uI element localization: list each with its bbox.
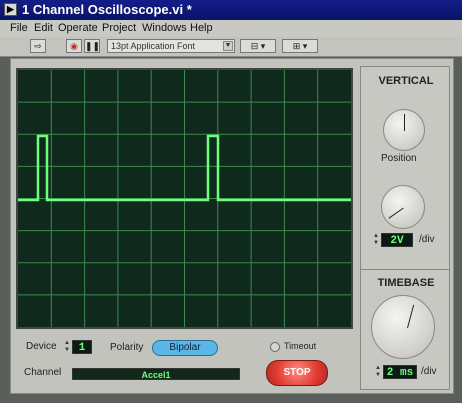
font-selector-value: 13pt Application Font	[111, 41, 196, 51]
timebase-knob[interactable]	[371, 295, 435, 359]
timebase-title: TIMEBASE	[377, 277, 435, 289]
timebase-knob-pointer	[407, 304, 415, 329]
window-title: 1 Channel Oscilloscope.vi *	[22, 2, 192, 17]
waveform-chart	[16, 68, 353, 329]
position-knob-pointer	[404, 114, 405, 131]
channel-label: Channel	[24, 367, 62, 378]
time-per-div-display: 2 ms	[383, 365, 417, 379]
distribute-objects-icon[interactable]: ⊞ ▾	[282, 39, 318, 53]
toolbar: ⇨ ◉ ❚❚ 13pt Application Font ▼ ⊟ ▾ ⊞ ▾	[0, 37, 462, 57]
run-arrow-icon[interactable]: ⇨	[30, 39, 46, 53]
position-knob[interactable]	[383, 109, 425, 151]
menu-edit[interactable]: Edit	[34, 20, 53, 37]
menu-project[interactable]: Project	[102, 20, 136, 37]
pause-icon[interactable]: ❚❚	[84, 39, 100, 53]
vertical-title: VERTICAL	[378, 75, 434, 87]
abort-icon[interactable]: ◉	[66, 39, 82, 53]
controls-pane: VERTICAL Position ▲ ▼ 2V /div TIMEBASE ▲ ▼…	[360, 66, 450, 390]
section-divider	[361, 269, 449, 270]
stop-button[interactable]: STOP	[266, 360, 328, 386]
polarity-label: Polarity	[110, 342, 144, 353]
timeout-label: Timeout	[284, 341, 317, 351]
font-selector[interactable]: 13pt Application Font ▼	[107, 39, 235, 53]
time-unit-label: /div	[421, 366, 437, 377]
volts-spinner-icon[interactable]: ▲ ▼	[373, 233, 379, 247]
menu-windows[interactable]: Windows	[142, 20, 187, 37]
timebase-spinner-icon[interactable]: ▲ ▼	[375, 365, 381, 379]
menu-operate[interactable]: Operate	[58, 20, 98, 37]
title-bar: ▶ 1 Channel Oscilloscope.vi *	[0, 0, 462, 20]
channel-field[interactable]: Accel1	[72, 368, 240, 380]
volts-knob[interactable]	[381, 185, 425, 229]
menu-help[interactable]: Help	[190, 20, 213, 37]
chevron-down-icon: ▼	[223, 41, 233, 51]
menu-file[interactable]: File	[10, 20, 28, 37]
device-field[interactable]: 1	[72, 340, 92, 354]
polarity-toggle-button[interactable]: Bipolar	[152, 340, 218, 356]
volts-unit-label: /div	[419, 234, 435, 245]
waveform-plot	[18, 70, 351, 327]
device-label: Device	[26, 341, 57, 352]
menu-bar: File Edit Operate Project Windows Help	[0, 20, 462, 37]
device-spinner-icon[interactable]: ▲ ▼	[64, 340, 70, 354]
timeout-indicator	[270, 342, 280, 352]
labview-app-icon: ▶	[4, 3, 17, 16]
volts-knob-pointer	[388, 207, 404, 219]
position-label: Position	[381, 153, 417, 164]
volts-per-div-display: 2V	[381, 233, 413, 247]
align-objects-icon[interactable]: ⊟ ▾	[240, 39, 276, 53]
